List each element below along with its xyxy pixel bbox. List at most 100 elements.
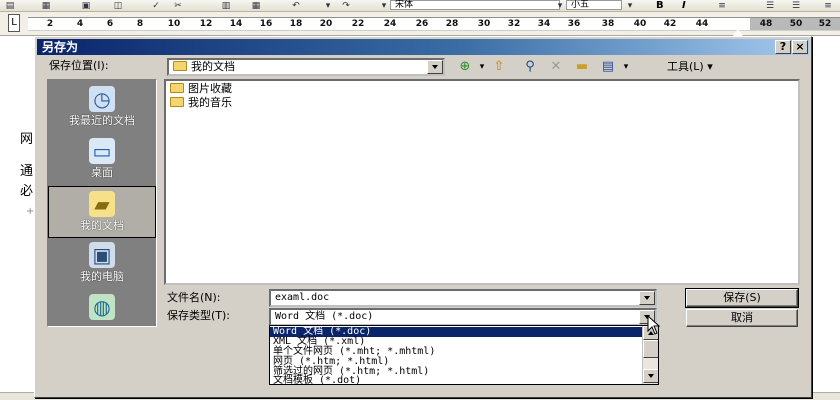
dropdown-arrow-icon[interactable]: ▾ xyxy=(322,1,334,11)
ruler-number: 6 xyxy=(106,19,114,29)
file-list[interactable]: 图片收藏 我的音乐 xyxy=(164,79,800,285)
list-item[interactable]: 我的音乐 xyxy=(170,96,232,110)
ruler-number: 48 xyxy=(759,19,773,29)
filetype-option[interactable]: 文档模板 (*.dot) xyxy=(270,376,642,385)
my-documents-icon: ▰ xyxy=(89,191,115,217)
network-places-icon: ◍ xyxy=(89,294,115,320)
save-button[interactable]: 保存(S) xyxy=(685,288,799,308)
place-my-documents[interactable]: ▰ 我的文档 xyxy=(48,186,156,238)
bullets-icon[interactable]: ☰ xyxy=(790,1,802,11)
scroll-thumb[interactable] xyxy=(643,340,658,358)
chevron-down-icon[interactable] xyxy=(639,291,655,305)
ruler-number: 36 xyxy=(567,19,581,29)
save-in-label: 保存位置(I): xyxy=(49,59,109,72)
ruler: L 2 4 6 8 10 12 14 16 18 20 22 24 26 28 … xyxy=(0,12,840,36)
search-web-icon[interactable]: ⚲ xyxy=(519,59,541,75)
delete-icon[interactable]: ✕ xyxy=(545,59,567,75)
recent-documents-icon: ◷ xyxy=(89,86,115,112)
ruler-number: 30 xyxy=(477,19,491,29)
indent-icon[interactable]: ≡ xyxy=(822,1,834,11)
table-icon[interactable]: ▦ xyxy=(250,1,262,11)
undo-icon[interactable]: ↶ xyxy=(290,1,302,11)
views-icon[interactable]: ▤ xyxy=(597,59,619,75)
places-bar: ◷ 我最近的文档 ▭ 桌面 ▰ 我的文档 ▣ 我的电脑 ◍ xyxy=(47,79,157,327)
document-text: 网 xyxy=(20,132,34,147)
up-one-level-icon[interactable]: ⇧ xyxy=(489,59,509,75)
ruler-number: 24 xyxy=(383,19,397,29)
style-dropdown-icon[interactable]: ▾ xyxy=(378,1,390,11)
numbering-icon[interactable]: ☰ xyxy=(764,1,776,11)
save-in-value: 我的文档 xyxy=(191,60,235,73)
ruler-number: 4 xyxy=(76,19,84,29)
italic-button[interactable]: I xyxy=(682,0,686,11)
ruler-number: 10 xyxy=(167,19,181,29)
filetype-value: Word 文档 (*.doc) xyxy=(275,311,374,322)
ruler-number: 8 xyxy=(136,19,144,29)
align-left-icon[interactable]: ≡ xyxy=(716,1,728,11)
filename-input[interactable]: examl.doc xyxy=(269,289,657,307)
document-text: 必 xyxy=(20,184,34,199)
ruler-number: 40 xyxy=(633,19,647,29)
ruler-number: 2 xyxy=(46,19,54,29)
ruler-number: 22 xyxy=(351,19,365,29)
ruler-strip: 2 4 6 8 10 12 14 16 18 20 22 24 26 28 30… xyxy=(28,17,840,31)
place-recent-documents[interactable]: ◷ 我最近的文档 xyxy=(48,82,156,134)
chevron-down-icon[interactable] xyxy=(427,60,443,74)
ruler-number: 12 xyxy=(199,19,213,29)
help-button[interactable]: ? xyxy=(775,40,791,54)
folder-icon xyxy=(170,83,184,93)
spell-check-icon[interactable]: ✓ xyxy=(150,1,162,11)
filetype-options-list[interactable]: Word 文档 (*.doc) XML 文档 (*.xml) 单个文件网页 (*… xyxy=(269,325,659,385)
paste-icon[interactable]: ▤ xyxy=(4,1,16,11)
font-size-box[interactable]: 小五 xyxy=(566,0,622,10)
ruler-number: 42 xyxy=(663,19,677,29)
print-icon[interactable]: ▦ xyxy=(40,1,52,11)
ruler-number: 38 xyxy=(601,19,615,29)
ruler-number: 44 xyxy=(695,19,709,29)
cut-icon[interactable]: ✂ xyxy=(172,1,184,11)
filetype-dropdown[interactable]: Word 文档 (*.doc) xyxy=(269,308,657,326)
ruler-number: 26 xyxy=(415,19,429,29)
ruler-number: 18 xyxy=(289,19,303,29)
mouse-cursor-icon xyxy=(647,315,661,335)
place-network[interactable]: ◍ xyxy=(48,290,156,326)
tools-menu[interactable]: 工具(L) ▾ xyxy=(667,59,713,75)
save-as-dialog: 另存为 ? × 保存位置(I): 我的文档 ⊕ ▾ ⇧ ⚲ ✕ ▬ ▤ ▾ 工具… xyxy=(34,36,812,398)
redo-icon[interactable]: ↷ xyxy=(340,1,352,11)
scroll-down-icon[interactable] xyxy=(643,369,658,383)
format-painter-icon[interactable]: ▥ xyxy=(220,1,232,11)
back-dropdown-icon[interactable]: ▾ xyxy=(477,59,487,75)
close-button[interactable]: × xyxy=(792,40,808,54)
list-item[interactable]: 图片收藏 xyxy=(170,82,232,96)
ruler-number: 28 xyxy=(445,19,459,29)
cancel-button[interactable]: 取消 xyxy=(686,309,798,327)
ruler-number: 52 xyxy=(818,19,832,29)
tab-stop-selector[interactable]: L xyxy=(8,14,20,32)
save-in-dropdown[interactable]: 我的文档 xyxy=(167,58,445,76)
ruler-number: 34 xyxy=(537,19,551,29)
font-name-box[interactable]: 宋体 xyxy=(390,0,560,10)
font-dropdown-icon[interactable]: ▾ xyxy=(554,1,566,11)
filename-value: examl.doc xyxy=(275,292,330,303)
bold-button[interactable]: B xyxy=(656,0,664,11)
dialog-title: 另存为 xyxy=(42,40,79,54)
ruler-number: 50 xyxy=(789,19,803,29)
filetype-label: 保存类型(T): xyxy=(167,309,231,322)
size-dropdown-icon[interactable]: ▾ xyxy=(624,1,636,11)
folder-icon xyxy=(173,61,187,71)
place-desktop[interactable]: ▭ 桌面 xyxy=(48,134,156,186)
views-dropdown-icon[interactable]: ▾ xyxy=(621,59,631,75)
copy-icon[interactable]: ▣ xyxy=(80,1,92,11)
my-computer-icon: ▣ xyxy=(89,242,115,268)
filename-label: 文件名(N): xyxy=(167,291,221,304)
ruler-number: 14 xyxy=(229,19,243,29)
word-toolbar: ▤ ▦ ▣ ◫ ✓ ✂ ▥ ▦ ↶ ▾ ↷ ▾ 宋体 ▾ 小五 ▾ B I ≡ … xyxy=(0,0,840,12)
dialog-titlebar[interactable]: 另存为 ? × xyxy=(37,39,809,55)
new-folder-icon[interactable]: ▬ xyxy=(571,59,593,75)
indent-marker[interactable] xyxy=(733,29,743,36)
desktop-icon: ▭ xyxy=(89,138,115,164)
preview-icon[interactable]: ◫ xyxy=(112,1,124,11)
back-icon[interactable]: ⊕ xyxy=(455,59,475,75)
ruler-number: 20 xyxy=(319,19,333,29)
place-my-computer[interactable]: ▣ 我的电脑 xyxy=(48,238,156,290)
